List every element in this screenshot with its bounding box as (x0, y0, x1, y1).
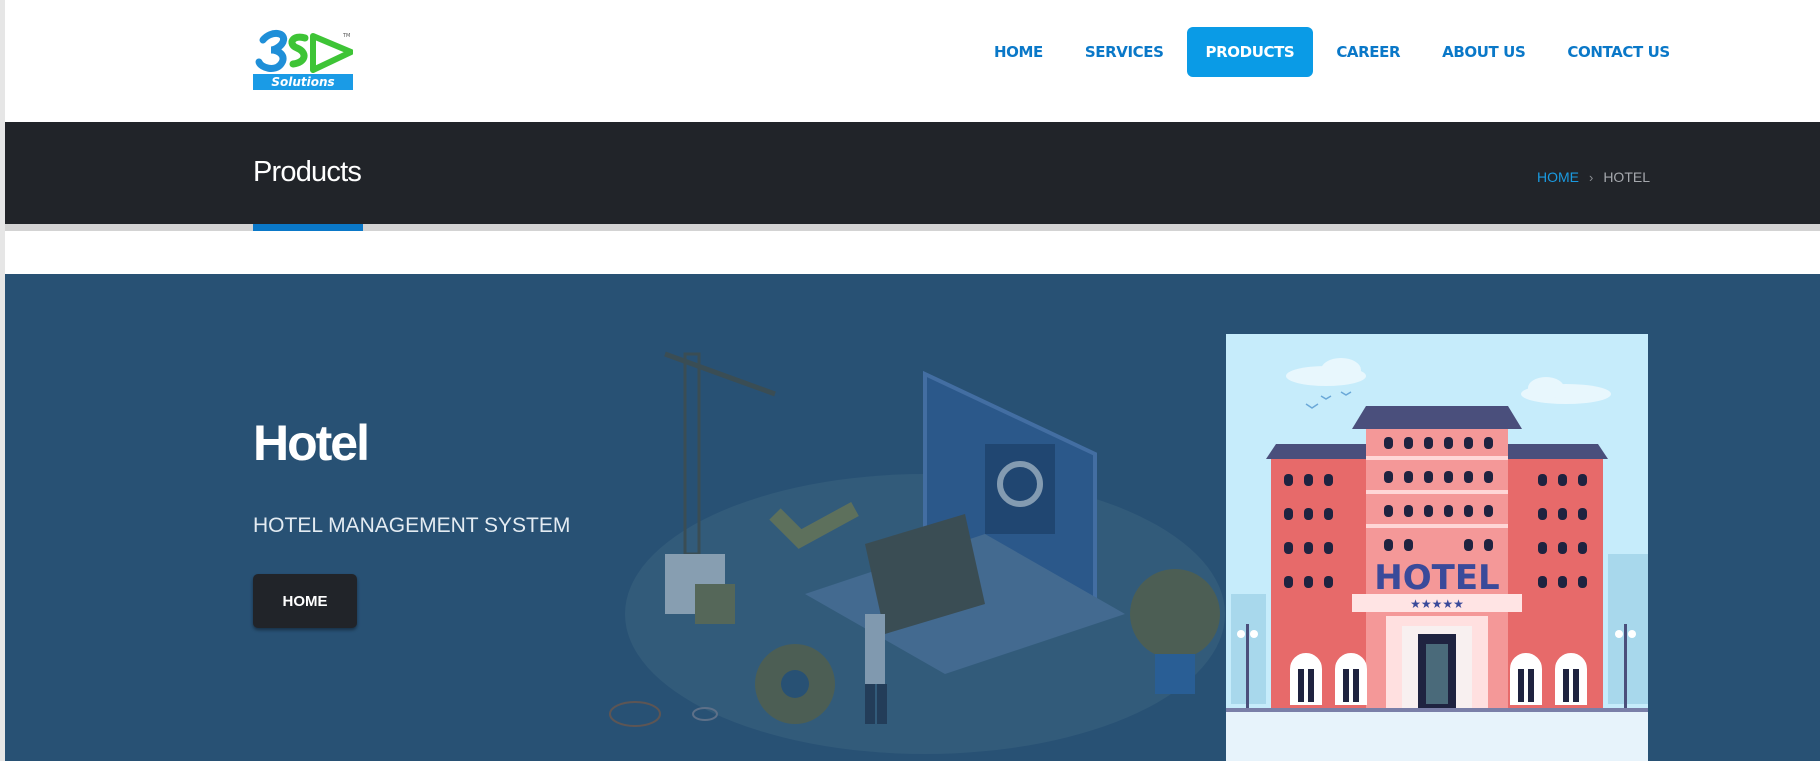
nav-products[interactable]: PRODUCTS (1186, 27, 1314, 77)
breadcrumb: HOME › HOTEL (1537, 169, 1650, 185)
svg-text:Solutions: Solutions (271, 75, 334, 89)
company-logo[interactable]: TM Solutions (253, 28, 353, 90)
chevron-right-icon: › (1588, 169, 1594, 185)
svg-text:HOTEL: HOTEL (1374, 558, 1499, 598)
nav-about-us[interactable]: ABOUT US (1423, 27, 1544, 77)
nav-career[interactable]: CAREER (1317, 27, 1419, 77)
developer-illustration-icon (609, 351, 1225, 754)
hero-section: Hotel HOTEL MANAGEMENT SYSTEM HOME HOTEL… (5, 274, 1820, 761)
site-header: TM Solutions HOME SERVICES PRODUCTS CARE… (5, 0, 1820, 122)
nav-contact-us[interactable]: CONTACT US (1548, 27, 1688, 77)
page-title-bar: Products HOME › HOTEL (5, 122, 1820, 224)
breadcrumb-home-link[interactable]: HOME (1537, 169, 1579, 185)
breadcrumb-current: HOTEL (1603, 169, 1650, 185)
nav-home[interactable]: HOME (975, 27, 1062, 77)
hotel-building-icon: HOTEL ★★★★★ (1226, 358, 1648, 761)
main-nav: HOME SERVICES PRODUCTS CAREER ABOUT US C… (975, 27, 1693, 77)
nav-services[interactable]: SERVICES (1066, 27, 1183, 77)
hero-home-button[interactable]: HOME (253, 574, 357, 628)
hero-subtitle: HOTEL MANAGEMENT SYSTEM (253, 514, 571, 537)
svg-text:TM: TM (342, 33, 350, 39)
page-title: Products (253, 156, 362, 188)
title-accent-bar (253, 224, 363, 231)
hotel-building-image: HOTEL ★★★★★ (1226, 334, 1648, 761)
hero-title: Hotel (253, 415, 370, 471)
page: TM Solutions HOME SERVICES PRODUCTS CARE… (0, 0, 1820, 761)
svg-text:★★★★★: ★★★★★ (1410, 597, 1464, 611)
